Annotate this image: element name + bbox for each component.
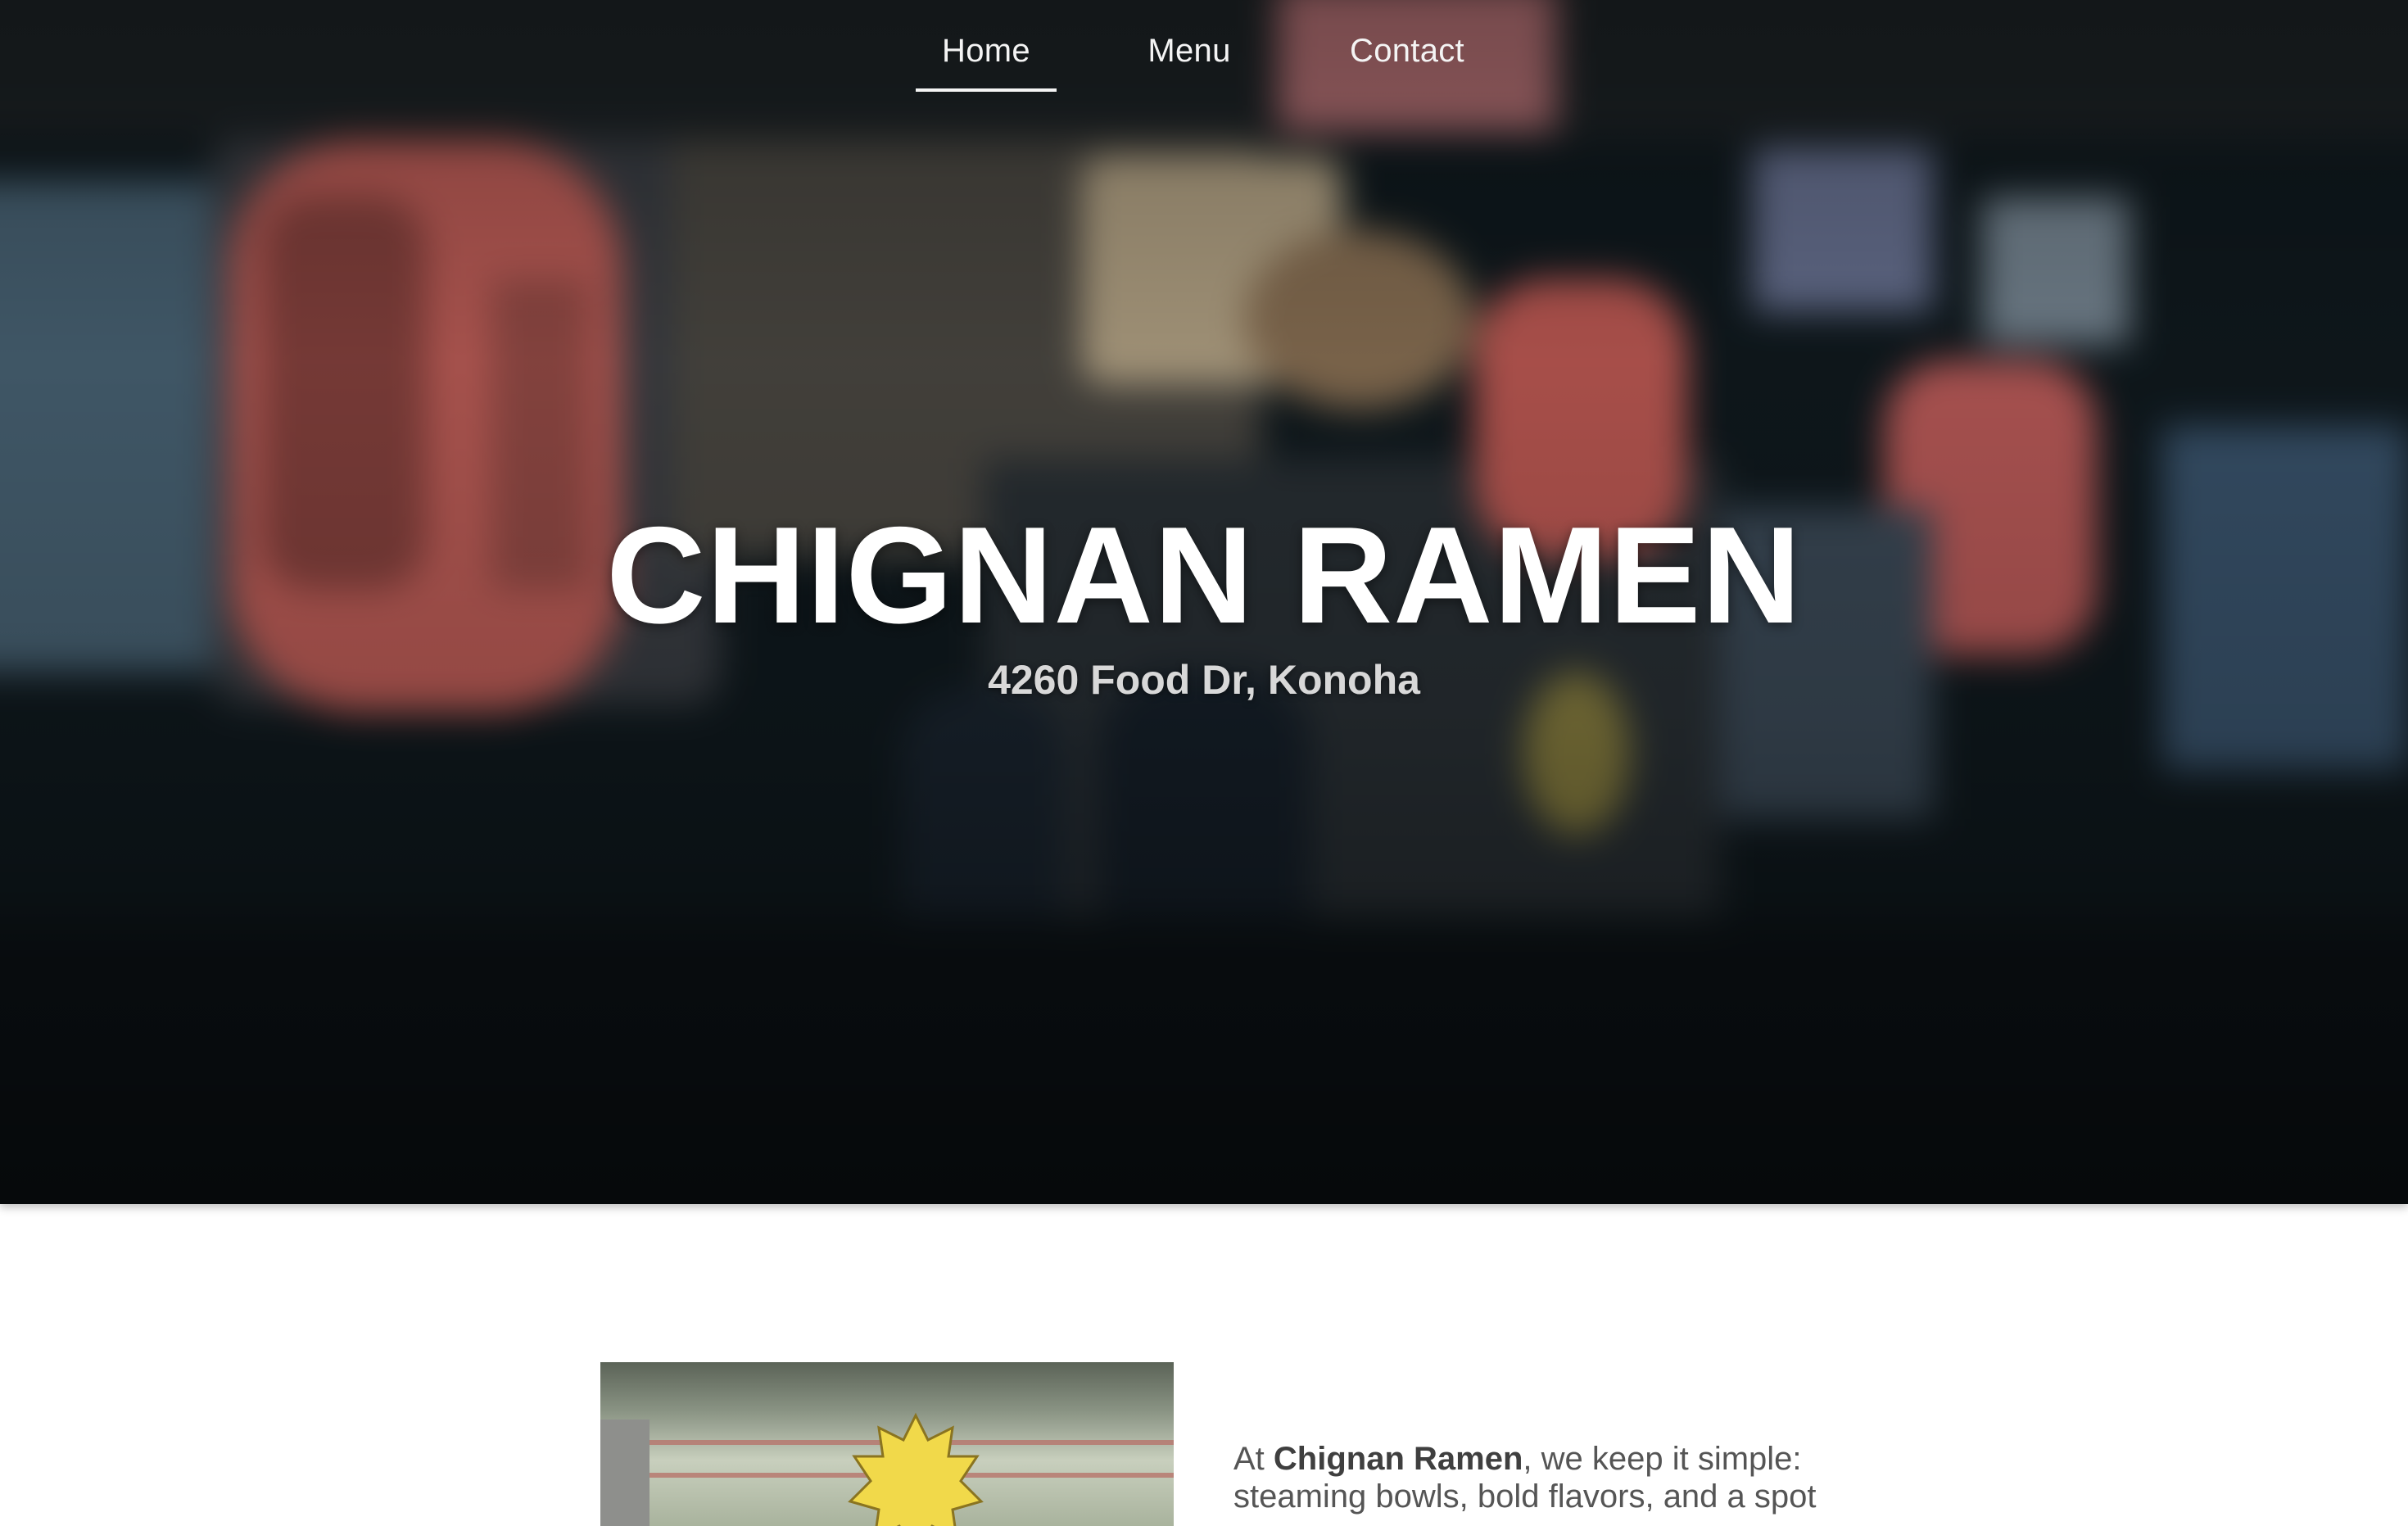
main-nav: Home Menu Contact <box>0 0 2408 98</box>
about-brand-name: Chignan Ramen <box>1273 1441 1523 1477</box>
nav-contact-link[interactable]: Contact <box>1340 33 1474 70</box>
restaurant-address: 4260 Food Dr, Konoha <box>988 657 1420 703</box>
spiky-hair-figure <box>848 1412 984 1526</box>
nav-active-indicator <box>916 88 1057 92</box>
about-intro: At <box>1233 1441 1274 1477</box>
about-image <box>600 1362 1174 1526</box>
restaurant-title: CHIGNAN RAMEN <box>606 498 1802 652</box>
image-figure-left <box>600 1420 650 1526</box>
hero-banner: Home Menu Contact CHIGNAN RAMEN 4260 Foo… <box>0 0 2408 1204</box>
about-paragraph: At Chignan Ramen, we keep it simple: ste… <box>1233 1440 1856 1515</box>
nav-menu-link[interactable]: Menu <box>1140 33 1238 70</box>
nav-home-link[interactable]: Home <box>916 33 1057 70</box>
